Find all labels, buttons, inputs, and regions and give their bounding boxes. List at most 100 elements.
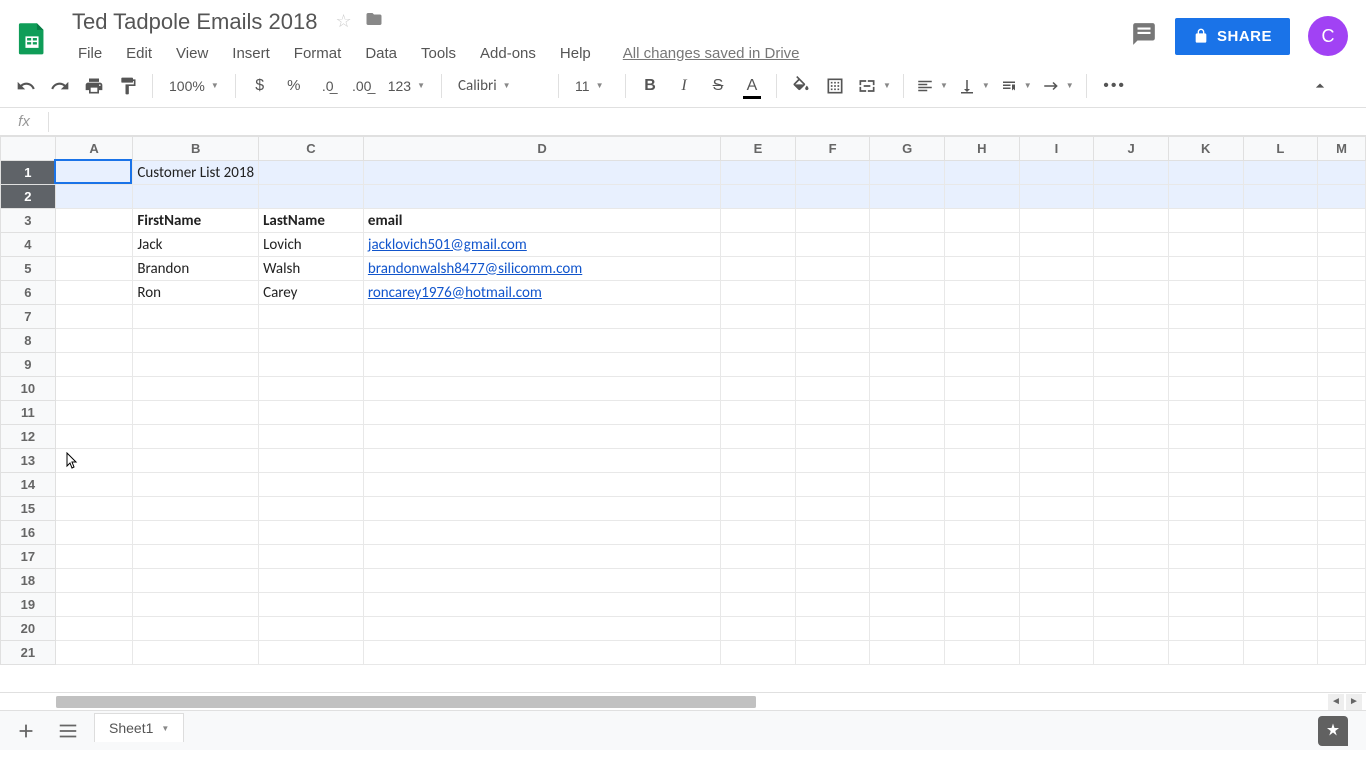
cell[interactable] [945,449,1020,473]
cell[interactable] [1243,473,1318,497]
cell[interactable] [870,353,945,377]
cell[interactable] [870,545,945,569]
cell[interactable] [1168,305,1243,329]
all-sheets-button[interactable] [52,715,84,747]
cell[interactable]: Walsh [259,257,364,281]
cell[interactable] [1318,449,1366,473]
cell[interactable] [55,545,133,569]
cell[interactable] [259,449,364,473]
cell[interactable] [795,377,870,401]
cell[interactable] [1318,521,1366,545]
cell[interactable] [1243,353,1318,377]
cell[interactable] [55,641,133,665]
cell[interactable] [1243,449,1318,473]
cell[interactable] [363,449,720,473]
cell[interactable] [1019,233,1094,257]
row-header[interactable]: 6 [1,281,56,305]
cell[interactable] [795,329,870,353]
col-header[interactable]: D [363,137,720,161]
cell[interactable] [721,545,796,569]
cell[interactable] [721,641,796,665]
cell[interactable] [363,425,720,449]
cell[interactable] [259,617,364,641]
font-size-dropdown[interactable]: 11▼ [567,71,617,101]
cell[interactable] [55,281,133,305]
cell[interactable] [259,593,364,617]
cell[interactable]: Jack [133,233,259,257]
cell[interactable] [1318,401,1366,425]
cell[interactable] [1243,569,1318,593]
row-header[interactable]: 15 [1,497,56,521]
cell[interactable] [55,569,133,593]
cell[interactable] [55,185,133,209]
cell[interactable] [1094,617,1169,641]
col-header[interactable]: E [721,137,796,161]
cell[interactable] [363,401,720,425]
cell[interactable] [945,233,1020,257]
cell[interactable] [1318,209,1366,233]
cell[interactable] [945,305,1020,329]
cell[interactable] [1094,209,1169,233]
fill-color-button[interactable] [785,71,817,101]
cell[interactable] [721,401,796,425]
cell[interactable] [259,353,364,377]
avatar[interactable]: C [1308,16,1348,56]
cell[interactable] [1318,545,1366,569]
cell[interactable] [795,281,870,305]
move-folder-icon[interactable] [364,10,384,33]
col-header[interactable]: L [1243,137,1318,161]
redo-button[interactable] [44,71,76,101]
cell[interactable] [363,617,720,641]
cell[interactable] [945,401,1020,425]
cell[interactable] [795,473,870,497]
row-header[interactable]: 8 [1,329,56,353]
cell[interactable] [721,233,796,257]
cell[interactable] [795,593,870,617]
cell[interactable] [1019,425,1094,449]
cell[interactable] [945,185,1020,209]
scroll-left-icon[interactable]: ◄ [1328,694,1344,710]
cell[interactable] [870,257,945,281]
strikethrough-button[interactable]: S [702,71,734,101]
cell[interactable] [1243,521,1318,545]
cell[interactable] [870,473,945,497]
italic-button[interactable]: I [668,71,700,101]
cell[interactable] [870,569,945,593]
cell[interactable] [870,401,945,425]
cell[interactable] [1019,497,1094,521]
cell[interactable] [870,209,945,233]
cell[interactable] [1243,641,1318,665]
cell[interactable] [1168,353,1243,377]
cell[interactable] [259,569,364,593]
doc-title[interactable]: Ted Tadpole Emails 2018 [66,7,323,37]
cell[interactable] [55,305,133,329]
cell[interactable] [1019,545,1094,569]
menu-help[interactable]: Help [548,41,603,66]
cell[interactable] [721,449,796,473]
cell[interactable] [721,593,796,617]
cell[interactable] [870,185,945,209]
col-header[interactable]: G [870,137,945,161]
cell[interactable] [1094,497,1169,521]
cell[interactable] [721,377,796,401]
row-header[interactable]: 1 [1,161,56,185]
cell[interactable] [1094,353,1169,377]
cell[interactable] [1168,209,1243,233]
cell[interactable] [1168,545,1243,569]
cell[interactable] [55,449,133,473]
row-header[interactable]: 19 [1,593,56,617]
cell[interactable] [795,425,870,449]
cell[interactable] [795,449,870,473]
cell[interactable] [795,545,870,569]
cell[interactable] [945,497,1020,521]
cell[interactable] [1318,593,1366,617]
cell[interactable] [1243,185,1318,209]
cell[interactable] [795,401,870,425]
cell[interactable] [795,185,870,209]
cell[interactable]: LastName [259,209,364,233]
text-color-button[interactable]: A [736,71,768,101]
cell[interactable] [259,185,364,209]
cell[interactable] [721,473,796,497]
cell[interactable] [1094,425,1169,449]
cell[interactable] [1243,545,1318,569]
